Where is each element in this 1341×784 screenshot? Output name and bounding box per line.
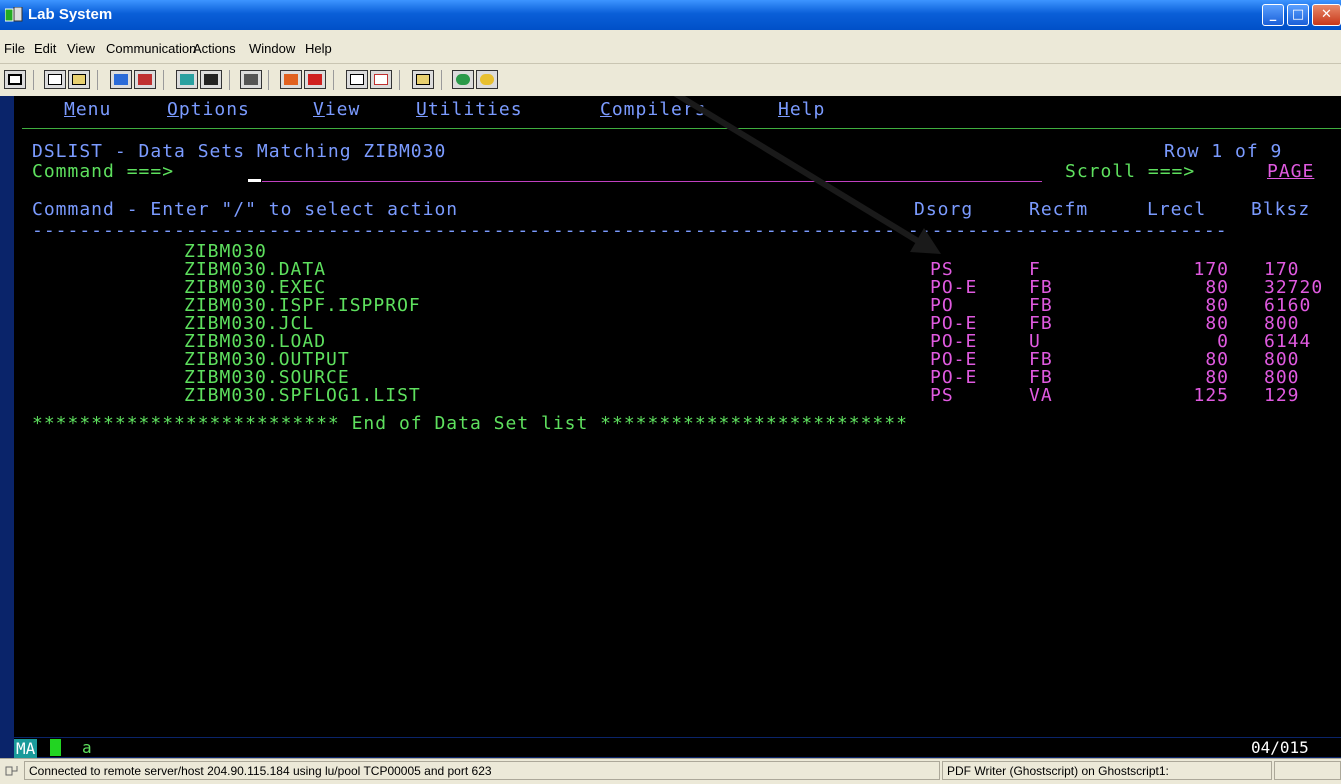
- hotkey: M: [64, 99, 76, 120]
- hotkey: V: [313, 99, 325, 120]
- map-icon[interactable]: [200, 70, 222, 89]
- menu-label: iew: [324, 99, 361, 120]
- menu-help[interactable]: Help: [305, 41, 332, 56]
- maximize-button[interactable]: □: [1287, 4, 1309, 26]
- menu-bar: File Edit View Communication Actions Win…: [0, 30, 1341, 64]
- oia-input: a: [82, 738, 92, 757]
- ispf-menu-utilities[interactable]: Utilities: [416, 100, 523, 120]
- menu-view[interactable]: View: [67, 41, 95, 56]
- receive-icon[interactable]: [134, 70, 156, 89]
- status-pane-empty: [1274, 761, 1341, 780]
- panel-title: DSLIST - Data Sets Matching ZIBM030: [32, 141, 447, 162]
- dataset-recfm: VA: [1029, 385, 1053, 406]
- copy-icon[interactable]: [44, 70, 66, 89]
- operator-info-area: MA a 04/015: [14, 738, 1341, 758]
- connection-status: Connected to remote server/host 204.90.1…: [24, 761, 940, 780]
- minimize-button[interactable]: _: [1262, 4, 1284, 26]
- command-instructions: Command - Enter "/" to select action: [32, 199, 459, 220]
- ispf-menu-view[interactable]: View: [313, 100, 360, 120]
- toolbar: [0, 64, 1341, 96]
- toolbar-separator: [333, 70, 334, 90]
- row-info: Row 1 of 9: [1164, 141, 1283, 162]
- window-title: Lab System: [28, 6, 113, 23]
- dataset-blksz: 129: [1264, 385, 1300, 406]
- dataset-dsorg: PS: [930, 385, 954, 406]
- printer-status: PDF Writer (Ghostscript) on Ghostscript1…: [942, 761, 1272, 780]
- command-label: Command ===>: [32, 161, 175, 182]
- column-blksz: Blksz: [1251, 199, 1311, 220]
- menu-communication[interactable]: Communication: [106, 41, 196, 56]
- menu-window[interactable]: Window: [249, 41, 295, 56]
- toolbar-separator: [33, 70, 34, 90]
- ispf-menu-menu[interactable]: Menu: [64, 100, 111, 120]
- end-of-list: ************************** End of Data S…: [32, 413, 908, 434]
- macro-icon[interactable]: [240, 70, 262, 89]
- toolbar-separator: [97, 70, 98, 90]
- stop-icon[interactable]: [476, 70, 498, 89]
- toolbar-separator: [399, 70, 400, 90]
- menu-label: enu: [75, 99, 112, 120]
- hotkey: U: [416, 99, 428, 120]
- screen-icon[interactable]: [4, 70, 26, 89]
- terminal-icon[interactable]: [4, 6, 23, 23]
- menu-label: ptions: [178, 99, 250, 120]
- ispf-menu-options[interactable]: Options: [167, 100, 250, 120]
- display-icon[interactable]: [176, 70, 198, 89]
- toolbar-separator: [229, 70, 230, 90]
- column-lrecl: Lrecl: [1147, 199, 1207, 220]
- record-icon[interactable]: [280, 70, 302, 89]
- globe-icon[interactable]: [452, 70, 474, 89]
- dataset-name: ZIBM030.SPFLOG1.LIST: [184, 385, 421, 406]
- status-bar: Connected to remote server/host 204.90.1…: [0, 758, 1341, 784]
- play-icon[interactable]: [304, 70, 326, 89]
- clipboard-icon[interactable]: [412, 70, 434, 89]
- scroll-input[interactable]: PAGE: [1267, 162, 1314, 182]
- paste-icon[interactable]: [68, 70, 90, 89]
- close-button[interactable]: ✕: [1312, 4, 1341, 26]
- transfer-down-icon[interactable]: [370, 70, 392, 89]
- send-icon[interactable]: [110, 70, 132, 89]
- annotation-arrow-icon: [673, 96, 941, 254]
- title-bar: Lab System _ □ ✕: [0, 0, 1341, 30]
- toolbar-separator: [441, 70, 442, 90]
- menu-actions[interactable]: Actions: [193, 41, 236, 56]
- menu-edit[interactable]: Edit: [34, 41, 56, 56]
- menu-label: tilities: [427, 99, 523, 120]
- hotkey: O: [167, 99, 179, 120]
- terminal-screen[interactable]: Menu Options View Utilities Compilers He…: [14, 96, 1341, 737]
- cursor-position: 04/015: [1251, 738, 1309, 757]
- transfer-up-icon[interactable]: [346, 70, 368, 89]
- oia-cursor: [50, 739, 61, 756]
- dataset-lrecl: 125: [1193, 385, 1229, 406]
- toolbar-separator: [268, 70, 269, 90]
- column-recfm: Recfm: [1029, 199, 1089, 220]
- oia-mode: MA: [14, 739, 38, 758]
- connection-icon: [5, 764, 21, 778]
- menu-file[interactable]: File: [4, 41, 25, 56]
- toolbar-separator: [163, 70, 164, 90]
- scroll-label: Scroll ===>: [1065, 161, 1196, 182]
- text-cursor: [248, 179, 261, 182]
